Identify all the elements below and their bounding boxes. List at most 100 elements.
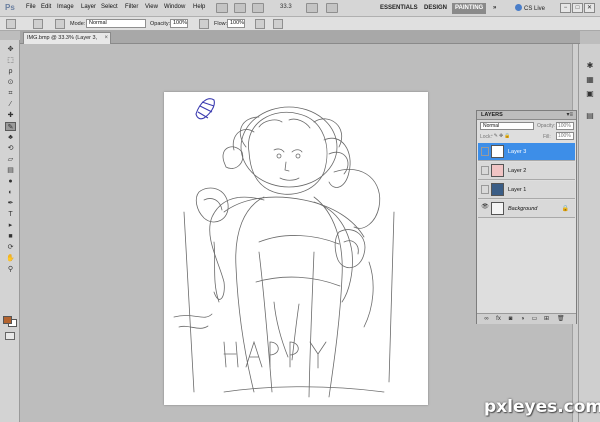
- pencil-sketch-image: [173, 98, 395, 398]
- foreground-color-swatch[interactable]: [3, 316, 12, 324]
- type-icon[interactable]: T: [5, 210, 16, 219]
- lock-options-icon[interactable]: ▫✎✥🔒: [491, 133, 511, 139]
- visibility-toggle[interactable]: [481, 147, 489, 156]
- panel-menu-icon[interactable]: ▾≡: [566, 111, 573, 118]
- fill-field[interactable]: 100%: [556, 132, 574, 140]
- workspace-more-icon[interactable]: »: [490, 3, 499, 14]
- add-mask-icon[interactable]: ◙: [507, 316, 514, 323]
- delete-layer-icon[interactable]: 🗑: [557, 316, 565, 323]
- brush-preset-icon[interactable]: [33, 19, 43, 29]
- workspace-design[interactable]: DESIGN: [421, 3, 450, 14]
- close-button[interactable]: ✕: [584, 3, 595, 13]
- layers-icon[interactable]: ▤: [584, 110, 596, 121]
- pen-icon[interactable]: ✒: [5, 199, 16, 208]
- workspace-essentials[interactable]: ESSENTIALS: [377, 3, 421, 14]
- layer-row-layer-3[interactable]: Layer 3: [478, 143, 575, 161]
- dodge-icon[interactable]: ◐: [5, 188, 16, 197]
- opacity-label: Opacity:: [150, 21, 171, 27]
- menu-layer[interactable]: Layer: [81, 4, 96, 10]
- layer-name: Background: [508, 206, 538, 212]
- move-icon[interactable]: ✥: [5, 45, 16, 54]
- pressure-opacity-icon[interactable]: [199, 19, 209, 29]
- watermark: pxleyes.com: [484, 397, 600, 417]
- new-group-icon[interactable]: ▭: [531, 316, 538, 323]
- brush-presets-icon[interactable]: ▦: [584, 74, 596, 85]
- layers-panel-header[interactable]: LAYERS ▾≡: [477, 111, 576, 120]
- link-layers-icon[interactable]: ∞: [483, 316, 490, 323]
- history-brush-icon[interactable]: ⟲: [5, 144, 16, 153]
- mode-label: Mode:: [70, 21, 86, 27]
- layers-panel-footer: ∞ fx ◙ ◑ ▭ ⊞ 🗑: [477, 313, 576, 324]
- path-select-icon[interactable]: ▸: [5, 221, 16, 230]
- menu-file[interactable]: File: [26, 4, 36, 10]
- airbrush-icon[interactable]: [255, 19, 265, 29]
- cs-live[interactable]: CS Live: [515, 4, 545, 12]
- options-bar: Mode: Normal Opacity: 100% Flow: 100%: [0, 17, 600, 31]
- menu-select[interactable]: Select: [101, 4, 118, 10]
- fill-label: Fill:: [543, 134, 551, 140]
- layers-panel-title: LAYERS: [481, 112, 503, 118]
- document-tab[interactable]: IMG.bmp @ 33.3% (Layer 3, RGB/8) * ×: [23, 32, 111, 52]
- pressure-size-icon[interactable]: [273, 19, 283, 29]
- layer-opacity-label: Opacity:: [537, 123, 556, 129]
- menu-window[interactable]: Window: [164, 4, 185, 10]
- maximize-button[interactable]: □: [572, 3, 583, 13]
- gradient-icon[interactable]: ▤: [5, 166, 16, 175]
- minimize-button[interactable]: −: [560, 3, 571, 13]
- layer-name: Layer 2: [508, 168, 527, 174]
- brush-icon[interactable]: ✎: [5, 122, 16, 131]
- swatches-icon[interactable]: ▣: [584, 88, 596, 99]
- mode-select[interactable]: Normal: [86, 19, 146, 28]
- lock-icon: 🔒: [561, 206, 569, 212]
- screen-mode-icon[interactable]: [326, 3, 338, 13]
- new-layer-icon[interactable]: ⊞: [543, 316, 550, 323]
- navigator-icon[interactable]: ✱: [584, 60, 596, 71]
- layer-thumbnail: [491, 145, 504, 158]
- tool-preset-icon[interactable]: [6, 19, 16, 29]
- layer-thumbnail: [491, 202, 504, 215]
- menu-help[interactable]: Help: [193, 4, 205, 10]
- layer-style-icon[interactable]: fx: [495, 316, 502, 323]
- visibility-toggle[interactable]: [481, 166, 489, 175]
- quick-select-icon[interactable]: ⊙: [5, 78, 16, 87]
- shape-icon[interactable]: ■: [5, 232, 16, 241]
- close-tab-icon[interactable]: ×: [104, 33, 108, 44]
- minibridge-icon[interactable]: [234, 3, 246, 13]
- crop-icon[interactable]: ⌗: [5, 89, 16, 98]
- bridge-icon[interactable]: [216, 3, 228, 13]
- hand-icon[interactable]: ✋: [5, 254, 16, 263]
- menu-image[interactable]: Image: [57, 4, 74, 10]
- view-extras-icon[interactable]: [252, 3, 264, 13]
- zoom-level[interactable]: 33.3: [280, 4, 292, 10]
- visibility-toggle[interactable]: [481, 185, 489, 194]
- lasso-icon[interactable]: ρ: [5, 67, 16, 76]
- eye-icon[interactable]: 👁: [481, 204, 489, 213]
- menu-view[interactable]: View: [145, 4, 158, 10]
- brush-panel-icon[interactable]: [55, 19, 65, 29]
- opacity-field[interactable]: 100%: [170, 19, 188, 28]
- 3d-rotate-icon[interactable]: ⟳: [5, 243, 16, 252]
- clone-stamp-icon[interactable]: ♣: [5, 133, 16, 142]
- blur-icon[interactable]: ●: [5, 177, 16, 186]
- zoom-icon[interactable]: ⚲: [5, 265, 16, 274]
- arrange-documents-icon[interactable]: [306, 3, 318, 13]
- blend-mode-select[interactable]: Normal: [480, 122, 534, 130]
- adjustment-layer-icon[interactable]: ◑: [519, 316, 526, 323]
- layer-row-layer-1[interactable]: Layer 1: [478, 181, 575, 199]
- quick-mask-icon[interactable]: [5, 332, 15, 340]
- menu-filter[interactable]: Filter: [125, 4, 138, 10]
- document-canvas[interactable]: [164, 92, 428, 405]
- healing-icon[interactable]: ✚: [5, 111, 16, 120]
- layer-row-background[interactable]: 👁 Background 🔒: [478, 200, 575, 218]
- eraser-icon[interactable]: ▱: [5, 155, 16, 164]
- eyedropper-icon[interactable]: ⁄: [5, 100, 16, 109]
- workspace-painting[interactable]: PAINTING: [452, 3, 487, 14]
- layer-name: Layer 3: [508, 149, 527, 155]
- layer-row-layer-2[interactable]: Layer 2: [478, 162, 575, 180]
- menu-edit[interactable]: Edit: [41, 4, 51, 10]
- photoshop-logo[interactable]: Ps: [5, 3, 15, 12]
- flow-field[interactable]: 100%: [227, 19, 245, 28]
- tools-panel: ✥ ⬚ ρ ⊙ ⌗ ⁄ ✚ ✎ ♣ ⟲ ▱ ▤ ● ◐ ✒ T ▸ ■ ⟳ ✋ …: [0, 40, 20, 422]
- layer-opacity-field[interactable]: 100%: [556, 122, 574, 130]
- marquee-icon[interactable]: ⬚: [5, 56, 16, 65]
